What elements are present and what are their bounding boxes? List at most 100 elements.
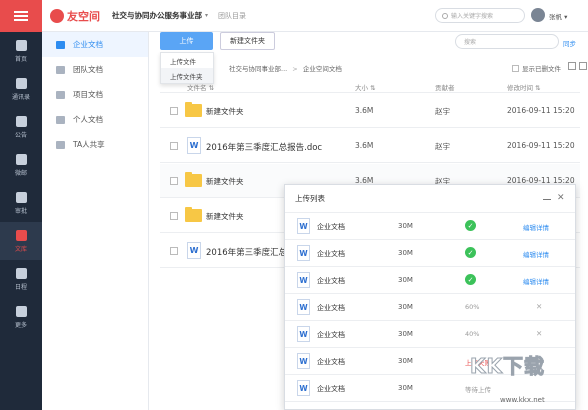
row-checkbox[interactable] [170, 177, 178, 185]
upload-row: W 企业文档 30M 40% ✕ [285, 321, 575, 348]
rail-item-calendar[interactable]: 日程 [0, 260, 42, 298]
watermark: KK下载 www.kkx.net [470, 350, 545, 405]
upload-progress: 40% [465, 330, 480, 338]
file-size: 3.6M [355, 106, 374, 115]
announcement-icon [15, 115, 27, 127]
cancel-upload-icon[interactable]: ✕ [536, 302, 542, 311]
rail-item-mail[interactable]: 微邮 [0, 146, 42, 184]
file-date: 2016-09-11 15:20 [507, 106, 575, 115]
upload-row: W 企业文档 30M ✓ 编辑详情 [285, 240, 575, 267]
folder-icon [185, 207, 202, 222]
word-doc-icon: W [297, 353, 310, 369]
menu-item-upload-file[interactable]: 上传文件 [161, 53, 213, 68]
search-input[interactable]: 搜索 [455, 34, 559, 49]
minimize-icon[interactable] [543, 199, 551, 200]
column-header-size[interactable]: 大小 ⇅ [355, 82, 376, 92]
row-checkbox[interactable] [170, 212, 178, 220]
breadcrumb-item[interactable]: 社交与协同事业部... [229, 65, 287, 73]
file-date: 2016-09-11 15:20 [507, 141, 575, 150]
cancel-upload-icon[interactable]: ✕ [536, 329, 542, 338]
global-search-input[interactable]: 输入关键字搜索 [435, 8, 525, 23]
file-name[interactable]: 2016年第三季度汇总 [206, 246, 287, 258]
upload-row: W 企业文档 30M ✓ 编辑详情 [285, 213, 575, 240]
edit-details-link[interactable]: 编辑详情 [523, 249, 549, 259]
rail-item-announcement[interactable]: 公告 [0, 108, 42, 146]
column-header-date[interactable]: 修改时间 ⇅ [507, 82, 541, 92]
folder-icon [185, 102, 202, 117]
contacts-icon [15, 77, 27, 89]
sidebar-item-enterprise-docs[interactable]: 企业文档 [42, 32, 148, 57]
edit-details-link[interactable]: 编辑详情 [523, 276, 549, 286]
word-doc-icon: W [187, 137, 201, 154]
upload-dropdown-menu: 上传文件 上传文件夹 [160, 52, 214, 84]
document-sidebar: 企业文档 团队文档 项目文档 个人文档 TA人共享 [42, 32, 149, 410]
sidebar-item-team-docs[interactable]: 团队文档 [42, 57, 148, 82]
chevron-down-icon[interactable]: ▾ [205, 12, 208, 19]
breadcrumb: 社交与协同事业部... > 企业空间文档 [229, 63, 342, 73]
checkbox[interactable] [512, 64, 519, 72]
file-author: 赵宇 [435, 107, 450, 116]
team-directory-link[interactable]: 团队目录 [218, 11, 246, 21]
search-icon [442, 12, 448, 19]
share-icon [56, 140, 65, 149]
column-header-author: 贡献者 [435, 84, 455, 92]
upload-file-name: 企业文档 [317, 358, 345, 366]
word-doc-icon: W [297, 245, 310, 261]
word-doc-icon: W [297, 218, 310, 234]
word-doc-icon: W [297, 380, 310, 396]
upload-file-size: 30M [398, 384, 413, 392]
logo[interactable]: 友空间 [50, 8, 100, 24]
upload-file-size: 30M [398, 276, 413, 284]
row-checkbox[interactable] [170, 247, 178, 255]
org-switcher[interactable]: 社交与协同办公服务事业部 [112, 10, 202, 21]
edit-details-link[interactable]: 编辑详情 [523, 222, 549, 232]
grid-view-icon[interactable] [579, 62, 587, 70]
table-row[interactable]: W 2016年第三季度汇总报告.doc 3.6M 赵宇 2016-09-11 1… [160, 129, 580, 163]
upload-status-waiting: 等待上传 [465, 386, 491, 394]
file-name[interactable]: 新建文件夹 [206, 106, 244, 117]
sidebar-item-project-docs[interactable]: 项目文档 [42, 82, 148, 107]
breadcrumb-separator: > [292, 65, 298, 73]
hamburger-icon [14, 11, 28, 21]
file-size: 3.6M [355, 141, 374, 150]
hamburger-menu-button[interactable] [0, 0, 42, 32]
file-name[interactable]: 新建文件夹 [206, 211, 244, 222]
upload-file-name: 企业文档 [317, 304, 345, 312]
upload-row: W 企业文档 30M 60% ✕ [285, 294, 575, 321]
row-checkbox[interactable] [170, 142, 178, 150]
menu-item-upload-folder[interactable]: 上传文件夹 [161, 68, 213, 83]
rail-item-library[interactable]: 文库 [0, 222, 42, 260]
breadcrumb-item: 企业空间文档 [302, 65, 342, 73]
upload-row: W 企业文档 30M ✓ 编辑详情 [285, 267, 575, 294]
file-name[interactable]: 新建文件夹 [206, 176, 244, 187]
calendar-icon [15, 267, 27, 279]
sidebar-item-shared[interactable]: TA人共享 [42, 132, 148, 157]
row-checkbox[interactable] [170, 107, 178, 115]
check-circle-icon: ✓ [465, 247, 476, 258]
upload-progress: 60% [465, 303, 480, 311]
upload-file-name: 企业文档 [317, 277, 345, 285]
table-row[interactable]: 新建文件夹 3.6M 赵宇 2016-09-11 15:20 [160, 94, 580, 128]
rail-item-home[interactable]: 首页 [0, 32, 42, 70]
upload-button[interactable]: 上传 [160, 32, 213, 50]
rail-item-approval[interactable]: 审批 [0, 184, 42, 222]
table-header: 文件名 ⇅ 大小 ⇅ 贡献者 修改时间 ⇅ [160, 79, 580, 93]
check-circle-icon: ✓ [465, 220, 476, 231]
file-name[interactable]: 2016年第三季度汇总报告.doc [206, 141, 322, 153]
upload-file-name: 企业文档 [317, 385, 345, 393]
app-window: 首页 通讯录 公告 微邮 审批 文库 日程 更多 友空间 社交与协同办公服务事业… [0, 0, 588, 410]
sync-link[interactable]: 同步 [563, 38, 576, 48]
rail-item-contacts[interactable]: 通讯录 [0, 70, 42, 108]
close-icon[interactable]: ✕ [557, 193, 565, 203]
sidebar-item-personal-docs[interactable]: 个人文档 [42, 107, 148, 132]
upload-file-size: 30M [398, 303, 413, 311]
library-icon [15, 229, 27, 241]
avatar[interactable] [531, 8, 545, 22]
user-menu[interactable]: 张帆 ▾ [549, 11, 567, 21]
folder-icon [56, 40, 65, 49]
list-view-icon[interactable] [568, 62, 576, 70]
new-folder-button[interactable]: 新建文件夹 [220, 32, 275, 50]
show-deleted-toggle[interactable]: 显示已删文件 [512, 63, 561, 73]
rail-item-more[interactable]: 更多 [0, 298, 42, 336]
more-icon [15, 305, 27, 317]
